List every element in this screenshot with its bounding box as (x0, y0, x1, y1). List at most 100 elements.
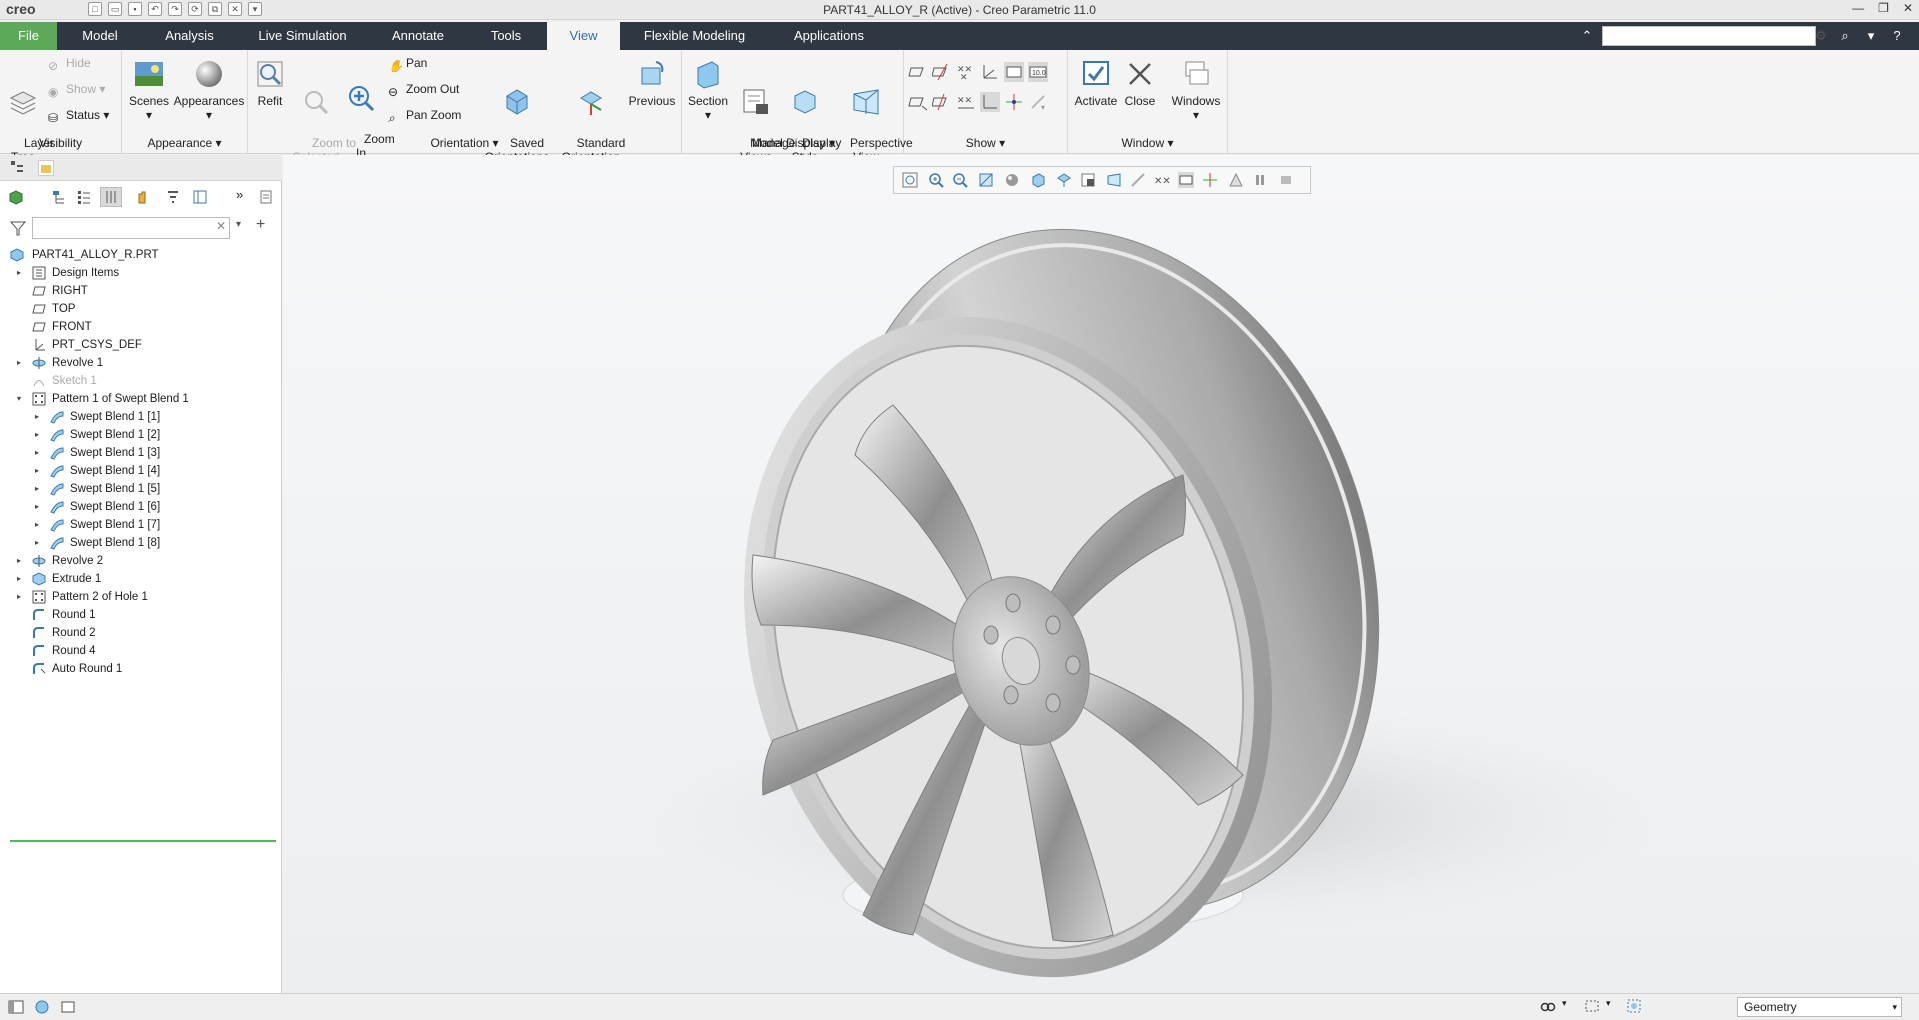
refit-icon[interactable] (902, 172, 918, 188)
tab-tools[interactable]: Tools (478, 22, 534, 50)
section-toggle-icon[interactable] (1130, 172, 1146, 188)
expand-arrow-icon[interactable]: ▸ (32, 480, 42, 498)
more-tools-icon[interactable]: » (236, 187, 250, 203)
hide-button[interactable]: ⊘ Hide (48, 54, 91, 73)
expand-arrow-icon[interactable]: ▸ (32, 408, 42, 426)
folder-browser-tab-icon[interactable] (38, 160, 54, 176)
plane-display-icon[interactable] (908, 62, 928, 82)
help-icon[interactable]: ? (1888, 26, 1906, 46)
csys-display-icon[interactable] (980, 62, 1000, 82)
scenes-button[interactable]: Scenes ▾ (126, 58, 172, 122)
expand-arrow-icon[interactable]: ▸ (32, 462, 42, 480)
collapse-ribbon-icon[interactable]: ⌃ (1578, 26, 1596, 46)
zoom-in-icon[interactable] (928, 172, 944, 188)
windows-button[interactable]: Windows ▾ (1168, 58, 1224, 122)
navigator-toggle-icon[interactable] (8, 999, 24, 1015)
find-icon[interactable] (1540, 998, 1556, 1014)
group-label-appearance[interactable]: Appearance ▾ (122, 136, 247, 150)
expand-arrow-icon[interactable]: ▸ (14, 588, 24, 606)
hand-select-icon[interactable] (134, 189, 150, 205)
restore-icon[interactable]: ❐ (1878, 1, 1889, 15)
learning-icon[interactable]: ▾ (1862, 26, 1880, 46)
expand-arrow-icon[interactable]: ▾ (14, 390, 24, 408)
tab-analysis[interactable]: Analysis (152, 22, 227, 50)
minimize-icon[interactable]: — (1852, 1, 1864, 15)
perspective-icon[interactable] (1106, 172, 1122, 188)
appearance-icon[interactable] (1004, 172, 1020, 188)
part-icon[interactable] (8, 189, 24, 205)
previous-button[interactable]: Previous (624, 58, 680, 108)
show-tree-icon[interactable] (76, 189, 92, 205)
display-style-icon[interactable] (1030, 172, 1046, 188)
tree-view-icon[interactable] (192, 189, 208, 205)
close-button[interactable]: Close (1122, 58, 1158, 108)
show-more-icon[interactable]: ▾ (1028, 92, 1048, 112)
model-tree-tab-icon[interactable] (10, 160, 24, 174)
expand-arrow-icon[interactable]: ▸ (14, 264, 24, 282)
browser-toggle-icon[interactable] (34, 999, 50, 1015)
tab-annotate[interactable]: Annotate (378, 22, 458, 50)
group-label-orientation[interactable]: Orientation ▾ (248, 136, 681, 150)
csys-tag-icon[interactable] (980, 92, 1000, 112)
pause-icon[interactable] (1252, 172, 1268, 188)
select-dropdown-icon[interactable]: ▾ (1606, 998, 1611, 1009)
expand-arrow-icon[interactable]: ▸ (32, 534, 42, 552)
axis-tag-icon[interactable] (931, 92, 952, 112)
tab-model[interactable]: Model (70, 22, 130, 50)
selection-filter-dropdown[interactable]: Geometry ▾ (1737, 997, 1902, 1017)
group-label-model-display[interactable]: Model Display ▾ (682, 136, 903, 150)
box-select-icon[interactable] (1584, 998, 1600, 1014)
zoom-out-button[interactable]: ⊖ Zoom Out (388, 80, 459, 99)
wheel-model[interactable] (283, 155, 1919, 993)
graphics-area[interactable] (283, 155, 1919, 993)
annotation-display-icon[interactable] (1004, 62, 1024, 82)
expand-arrow-icon[interactable]: ▸ (32, 426, 42, 444)
point-display-icon[interactable]: ✕✕ ✕ (956, 62, 976, 82)
note-display-icon[interactable]: 10.0 (1028, 62, 1048, 82)
repaint-icon[interactable] (978, 172, 994, 188)
plane-tag-icon[interactable] (908, 92, 928, 112)
tree-settings-icon[interactable] (52, 189, 68, 205)
expand-arrow-icon[interactable]: ▸ (14, 552, 24, 570)
filter-tree-icon[interactable] (166, 189, 182, 205)
appearances-button[interactable]: Appearances ▾ (172, 58, 246, 122)
tab-view[interactable]: View (547, 22, 620, 50)
expand-arrow-icon[interactable]: ▸ (14, 354, 24, 372)
triangle-icon[interactable] (1228, 172, 1244, 188)
annotation-display-icon[interactable] (1178, 172, 1194, 188)
view-manager-icon[interactable] (1080, 172, 1096, 188)
clear-search-icon[interactable]: ✕ (216, 219, 226, 233)
zoom-out-icon[interactable] (952, 172, 968, 188)
tab-live-simulation[interactable]: Live Simulation (250, 22, 355, 50)
notes-icon[interactable] (258, 189, 274, 205)
add-filter-icon[interactable]: + (256, 216, 265, 234)
search-input[interactable] (1602, 26, 1816, 46)
selection-filter-icon[interactable] (1626, 998, 1642, 1014)
status-button[interactable]: ⛁ Status ▾ (48, 106, 109, 125)
axis-display-icon[interactable] (931, 62, 952, 82)
expand-arrow-icon[interactable]: ▸ (32, 444, 42, 462)
tab-flexible-modeling[interactable]: Flexible Modeling (632, 22, 757, 50)
expand-arrow-icon[interactable]: ▸ (14, 570, 24, 588)
tab-file[interactable]: File (0, 22, 57, 50)
datum-display-icon[interactable]: ✕✕ (1154, 172, 1171, 188)
refit-button[interactable]: Refit (252, 58, 288, 108)
expand-arrow-icon[interactable]: ▸ (32, 498, 42, 516)
show-button[interactable]: ◉ Show ▾ (48, 80, 105, 99)
group-label-window[interactable]: Window ▾ (1068, 136, 1227, 150)
point-tag-icon[interactable]: ✕✕ (956, 92, 976, 112)
tree-columns-icon[interactable] (100, 187, 122, 207)
pan-zoom-button[interactable]: ⌕ Pan Zoom (388, 106, 461, 125)
insert-here-marker[interactable] (10, 840, 276, 842)
section-button[interactable]: Section ▾ (686, 58, 730, 122)
fullscreen-toggle-icon[interactable] (60, 999, 76, 1015)
tree-search-input[interactable] (32, 217, 230, 239)
spin-center-icon[interactable] (1004, 92, 1024, 112)
filter-dropdown-icon[interactable]: ▾ (236, 219, 241, 230)
tab-applications[interactable]: Applications (780, 22, 878, 50)
group-label-show[interactable]: Show ▾ (904, 136, 1067, 150)
close-icon[interactable]: ✕ (1903, 1, 1913, 15)
expand-arrow-icon[interactable]: ▸ (32, 516, 42, 534)
saved-orientations-icon[interactable] (1056, 172, 1072, 188)
stop-icon[interactable] (1278, 172, 1294, 188)
